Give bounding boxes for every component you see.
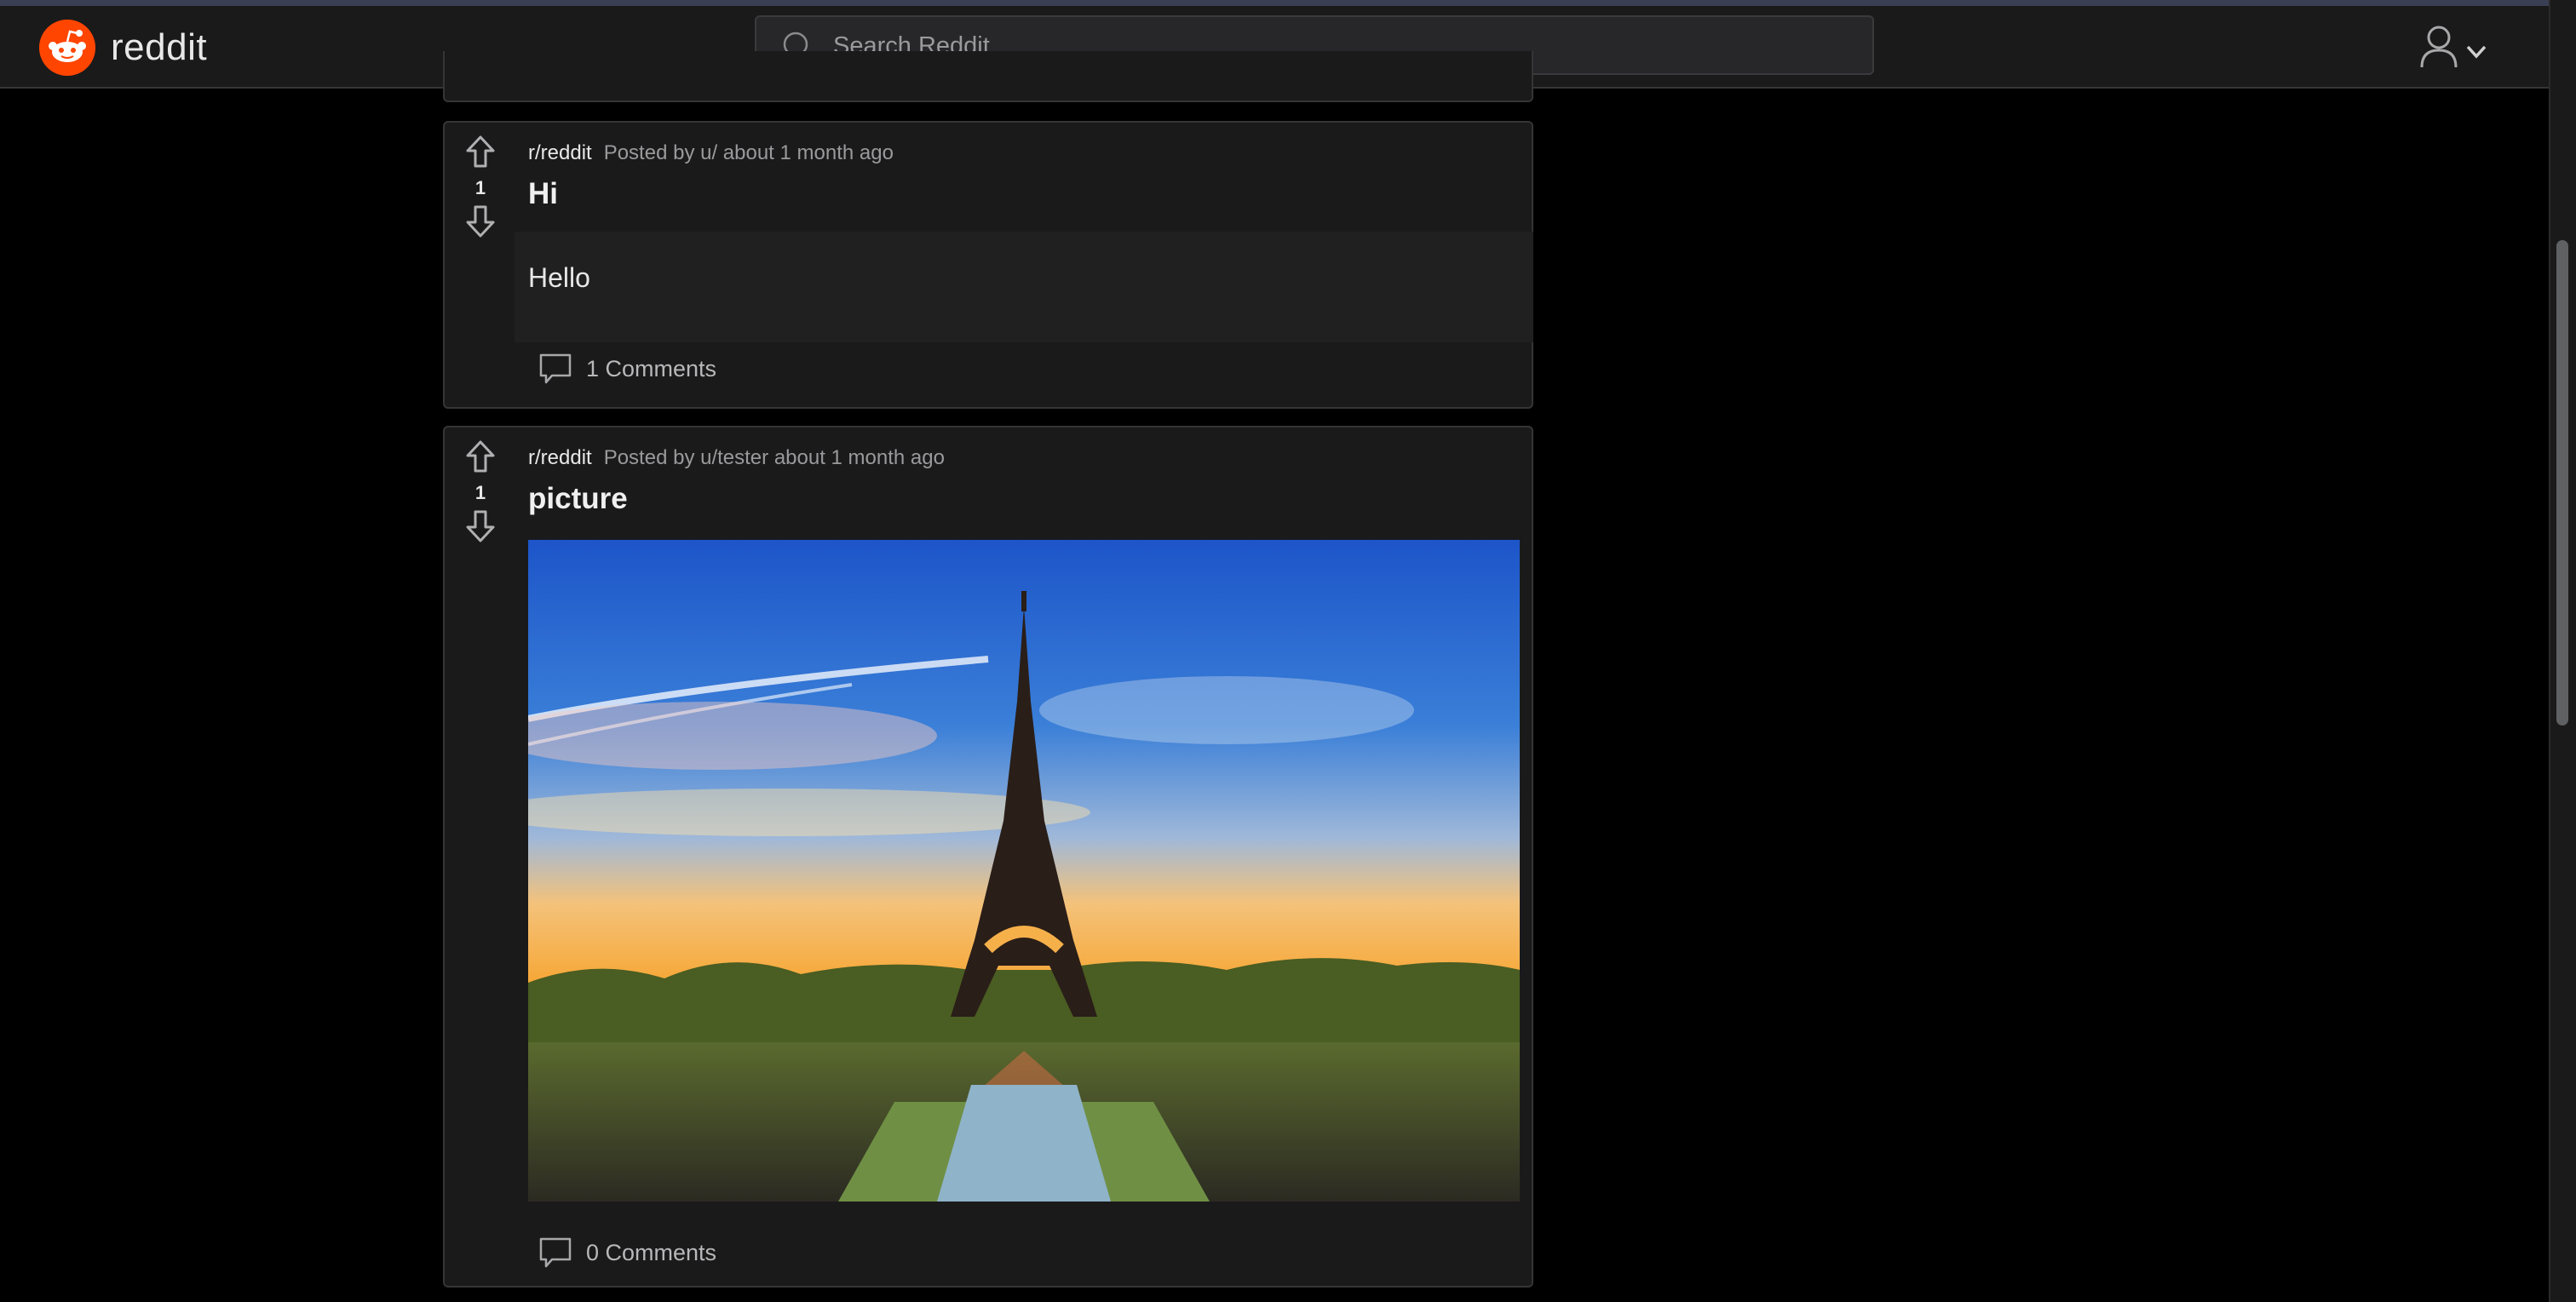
upvote-icon[interactable] bbox=[465, 439, 496, 473]
comment-icon bbox=[539, 353, 572, 384]
post-body-text: Hello bbox=[528, 262, 590, 293]
reddit-wordmark: reddit bbox=[111, 26, 208, 68]
post-card[interactable]: 1 r/reddit Posted by u/tester about 1 mon… bbox=[443, 426, 1533, 1288]
post-title[interactable]: Hi bbox=[528, 177, 558, 211]
downvote-icon[interactable] bbox=[465, 204, 496, 238]
post-meta: r/reddit Posted by u/ about 1 month ago bbox=[528, 141, 894, 165]
vote-controls: 1 bbox=[463, 135, 497, 238]
post-title[interactable]: picture bbox=[528, 482, 628, 516]
upvote-icon[interactable] bbox=[465, 135, 496, 169]
vote-score: 1 bbox=[474, 177, 486, 198]
previous-post-card bbox=[443, 51, 1533, 102]
reddit-logo[interactable]: reddit bbox=[39, 20, 207, 76]
reddit-logo-icon bbox=[39, 20, 95, 76]
post-body: Hello bbox=[515, 232, 1533, 342]
subreddit-link[interactable]: r/reddit bbox=[528, 446, 592, 469]
comment-icon bbox=[539, 1237, 572, 1268]
subreddit-link[interactable]: r/reddit bbox=[528, 141, 592, 164]
downvote-icon[interactable] bbox=[465, 509, 496, 543]
post-author-time: Posted by u/ about 1 month ago bbox=[603, 141, 894, 164]
user-menu[interactable] bbox=[2419, 21, 2496, 72]
comments-button[interactable]: 0 Comments bbox=[538, 1236, 716, 1269]
post-author-time: Posted by u/tester about 1 month ago bbox=[603, 446, 945, 469]
vote-score: 1 bbox=[474, 482, 486, 503]
post-image[interactable] bbox=[528, 540, 1520, 1202]
window-top-bar bbox=[0, 0, 2576, 6]
vote-controls: 1 bbox=[463, 439, 497, 543]
post-meta: r/reddit Posted by u/tester about 1 month… bbox=[528, 446, 945, 470]
scrollbar-thumb[interactable] bbox=[2556, 240, 2568, 726]
post-card[interactable]: 1 r/reddit Posted by u/ about 1 month ago… bbox=[443, 121, 1533, 409]
comments-count: 1 Comments bbox=[586, 355, 717, 381]
comments-button[interactable]: 1 Comments bbox=[538, 353, 716, 385]
user-icon bbox=[2420, 26, 2458, 68]
chevron-down-icon bbox=[2466, 45, 2487, 59]
comments-count: 0 Comments bbox=[586, 1239, 717, 1265]
